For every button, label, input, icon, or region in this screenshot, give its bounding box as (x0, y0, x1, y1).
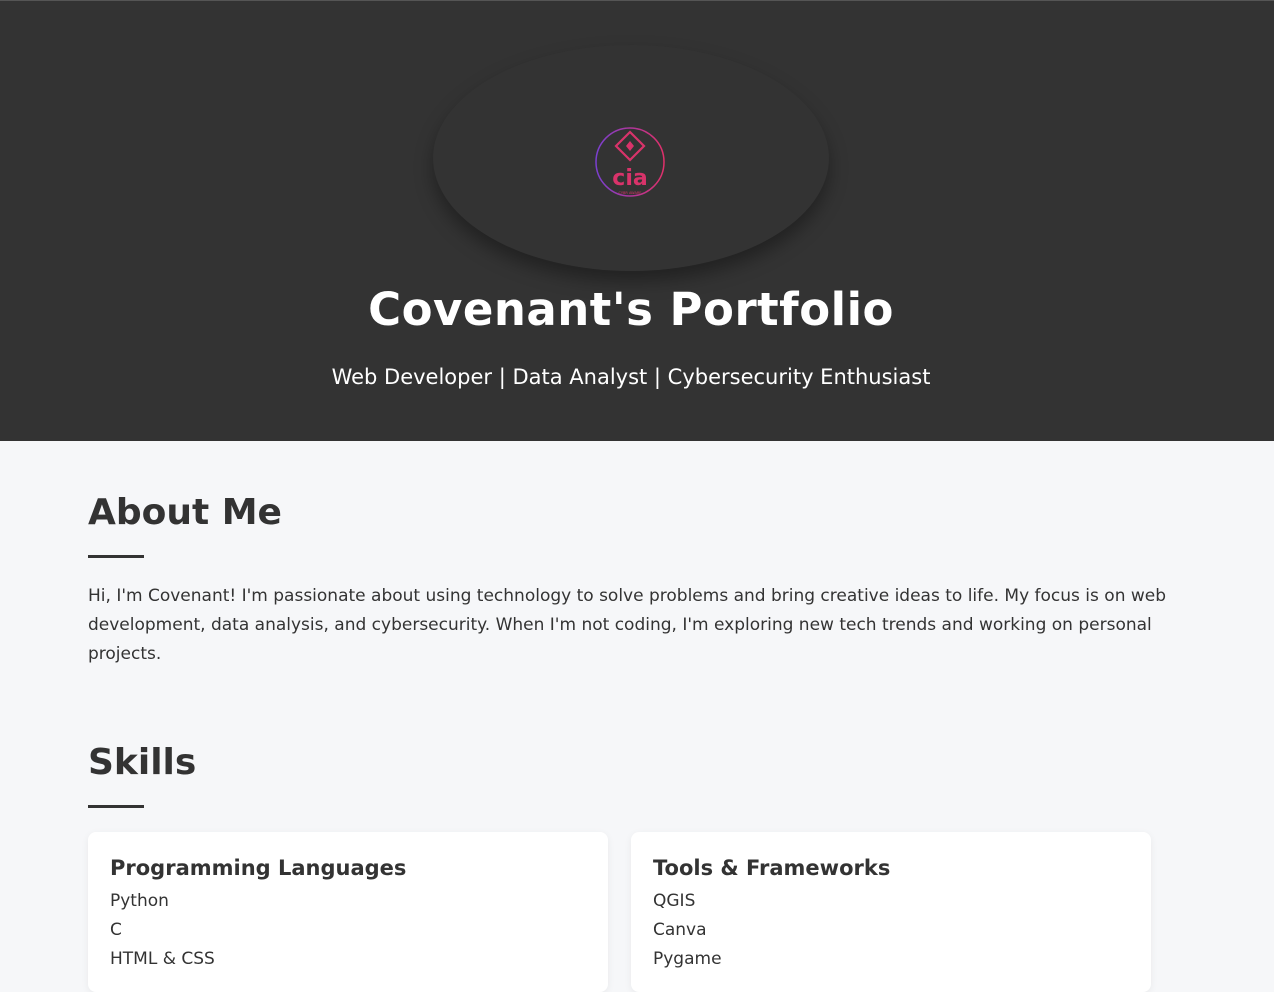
skill-item: C (110, 920, 122, 940)
skills-heading-underline (88, 805, 144, 808)
skill-item: Pygame (653, 949, 722, 969)
logo-tagline: CYBR AWARE (619, 191, 642, 195)
about-heading: About Me (88, 492, 282, 533)
about-text: Hi, I'm Covenant! I'm passionate about u… (88, 586, 1167, 664)
skill-card-title: Tools & Frameworks (653, 856, 891, 880)
page-title: Covenant's Portfolio (368, 283, 894, 336)
skill-card-tools: Tools & Frameworks QGIS Canva Pygame (631, 832, 1151, 992)
about-heading-underline (88, 555, 144, 558)
skill-item: QGIS (653, 891, 696, 911)
skill-card-programming: Programming Languages Python C HTML & CS… (88, 832, 608, 992)
hero-header: cia CYBR AWARE Covenant's Portfolio Web … (0, 0, 1274, 441)
skill-item: Python (110, 891, 169, 911)
skill-card-title: Programming Languages (110, 856, 407, 880)
page-subtitle: Web Developer | Data Analyst | Cybersecu… (331, 365, 931, 389)
logo-text: cia (612, 166, 647, 191)
cia-logo: cia CYBR AWARE (595, 127, 667, 199)
skills-heading: Skills (88, 742, 197, 783)
skill-item: Canva (653, 920, 707, 940)
skill-item: HTML & CSS (110, 949, 215, 969)
